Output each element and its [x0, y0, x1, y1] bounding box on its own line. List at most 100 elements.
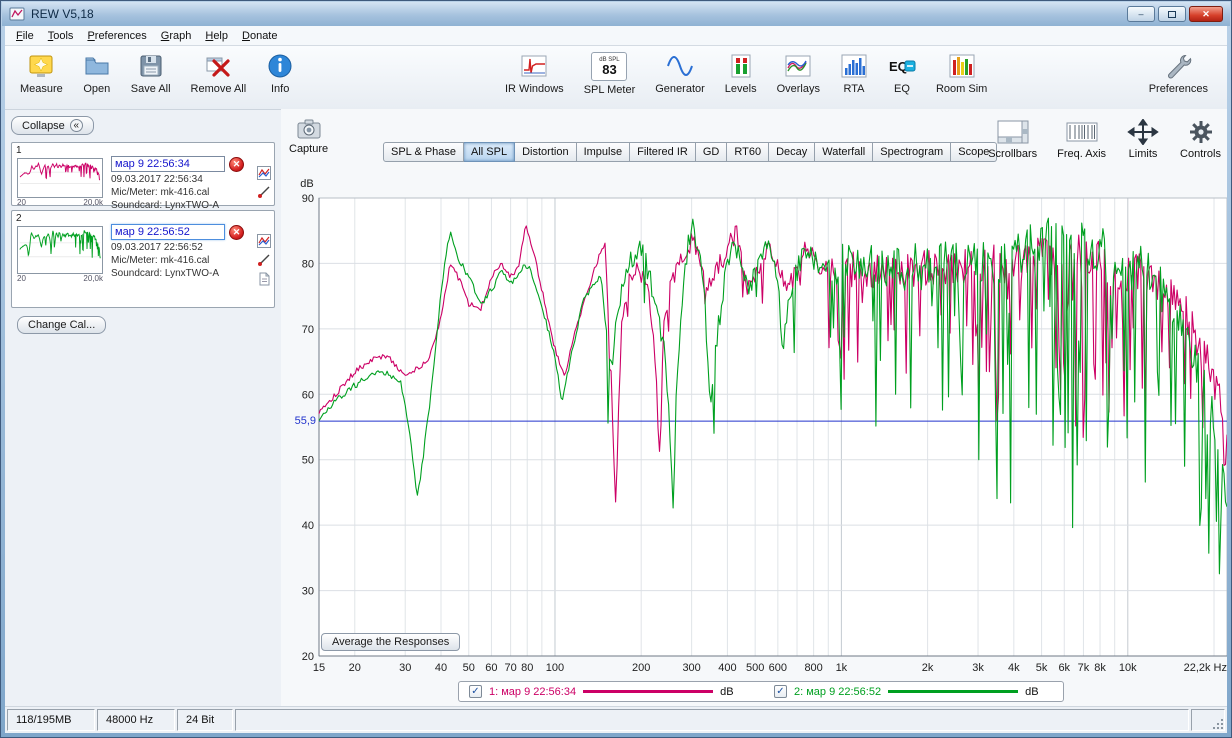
generator-button[interactable]: Generator — [652, 50, 708, 97]
measurement-thumbnail[interactable] — [17, 226, 103, 274]
pencil-icon — [257, 186, 269, 198]
spl-meter-label: SPL Meter — [583, 84, 636, 96]
notes-button[interactable] — [256, 271, 271, 286]
svg-text:80: 80 — [521, 662, 533, 674]
freq-axis-button[interactable]: Freq. Axis — [1057, 119, 1106, 160]
legend-line-sample — [888, 690, 1019, 693]
app-icon — [9, 7, 25, 21]
spl-graph[interactable]: dB908070605040302055,915 20 30 40 50 60 70 80 10… — [289, 173, 1227, 679]
overlays-icon — [785, 55, 811, 77]
collapse-icon: « — [69, 119, 83, 132]
menu-graph[interactable]: Graph — [154, 28, 199, 44]
close-button[interactable]: ✕ — [1189, 6, 1223, 22]
delete-measurement-button[interactable]: ✕ — [229, 224, 244, 240]
collapse-button[interactable]: Collapse « — [11, 116, 94, 135]
svg-text:50: 50 — [463, 662, 475, 674]
average-responses-button[interactable]: Average the Responses — [321, 633, 461, 651]
legend-checkbox[interactable]: ✓ — [469, 685, 482, 698]
info-button[interactable]: Info — [263, 50, 297, 97]
svg-text:dB: dB — [300, 178, 313, 190]
save-all-label: Save All — [130, 83, 171, 95]
controls-button[interactable]: Controls — [1180, 119, 1221, 160]
tab-gd[interactable]: GD — [695, 142, 728, 162]
legend-unit: dB — [1025, 685, 1039, 698]
room-sim-button[interactable]: Room Sim — [933, 50, 990, 97]
status-spacer — [235, 709, 1189, 731]
wrench-icon — [1168, 54, 1192, 79]
trace-edit-button[interactable] — [256, 252, 271, 267]
limits-icon — [1127, 119, 1159, 145]
bit-depth-status: 24 Bit — [177, 709, 233, 731]
sample-rate-status: 48000 Hz — [97, 709, 175, 731]
tab-impulse[interactable]: Impulse — [576, 142, 631, 162]
maximize-button[interactable] — [1158, 6, 1186, 22]
average-responses-label: Average the Responses — [332, 636, 450, 648]
save-all-button[interactable]: Save All — [128, 50, 174, 97]
remove-all-icon — [206, 57, 230, 77]
svg-text:50: 50 — [302, 455, 314, 467]
menu-tools[interactable]: Tools — [41, 28, 81, 44]
spl-meter-button[interactable]: dB SPL 83 SPL Meter — [581, 50, 639, 98]
legend-checkbox[interactable]: ✓ — [774, 685, 787, 698]
save-all-icon — [140, 55, 162, 77]
measure-button[interactable]: Measure — [17, 50, 66, 97]
svg-text:2k: 2k — [922, 662, 934, 674]
svg-text:1k: 1k — [836, 662, 848, 674]
rta-button[interactable]: RTA — [837, 50, 871, 97]
measurement-item[interactable]: 2 20 20,0k ✕ 09.03.2017 22:56:52 Mic/Met… — [11, 210, 275, 308]
measurement-number: 1 — [16, 145, 22, 156]
freq-axis-icon — [1066, 122, 1098, 142]
menu-donate[interactable]: Donate — [235, 28, 284, 44]
camera-icon — [297, 119, 321, 139]
svg-text:70: 70 — [504, 662, 516, 674]
title-bar: REW V5,18 – ✕ — [2, 2, 1230, 26]
room-sim-label: Room Sim — [935, 83, 988, 95]
limits-button[interactable]: Limits — [1126, 119, 1160, 160]
delete-measurement-button[interactable]: ✕ — [229, 156, 244, 172]
menu-help[interactable]: Help — [198, 28, 235, 44]
thumb-axis-max: 20,0k — [83, 274, 103, 283]
legend-label: 1: мар 9 22:56:34 — [489, 685, 577, 698]
ir-windows-button[interactable]: IR Windows — [502, 50, 567, 97]
measurement-thumbnail[interactable] — [17, 158, 103, 198]
legend-item: ✓ 2: мар 9 22:56:52 dB — [774, 685, 1053, 698]
svg-text:3k: 3k — [972, 662, 984, 674]
eq-button[interactable]: EQ EQ — [885, 50, 919, 97]
resize-grip[interactable] — [1213, 719, 1223, 729]
ir-windows-icon — [521, 55, 547, 77]
trace-options-button[interactable] — [256, 233, 271, 248]
legend-line-sample — [583, 690, 714, 693]
info-label: Info — [271, 83, 290, 95]
svg-text:400: 400 — [718, 662, 736, 674]
tab-distortion[interactable]: Distortion — [515, 142, 577, 162]
measurement-name-input[interactable] — [111, 224, 225, 240]
notes-icon — [259, 272, 269, 285]
rta-label: RTA — [843, 83, 865, 95]
tab-filtered-ir[interactable]: Filtered IR — [630, 142, 696, 162]
menu-file[interactable]: File — [9, 28, 41, 44]
scrollbars-button[interactable]: Scrollbars — [988, 119, 1037, 160]
menu-preferences[interactable]: Preferences — [80, 28, 153, 44]
trace-edit-button[interactable] — [256, 184, 271, 199]
maximize-icon — [1168, 10, 1176, 18]
open-button[interactable]: Open — [80, 50, 114, 97]
minimize-button[interactable]: – — [1127, 6, 1155, 22]
svg-text:80: 80 — [302, 258, 314, 270]
tab-waterfall[interactable]: Waterfall — [815, 142, 874, 162]
tab-spectrogram[interactable]: Spectrogram — [873, 142, 952, 162]
measurement-item[interactable]: 1 20 20,0k ✕ 09.03.2017 22:56:34 Mic/Met… — [11, 142, 275, 211]
remove-all-button[interactable]: Remove All — [188, 50, 250, 97]
change-cal-button[interactable]: Change Cal... — [17, 316, 107, 334]
preferences-button[interactable]: Preferences — [1146, 50, 1211, 97]
tab-all-spl[interactable]: All SPL — [464, 142, 516, 162]
measurement-name-input[interactable] — [111, 156, 225, 172]
capture-button[interactable]: Capture — [289, 117, 328, 155]
svg-text:4k: 4k — [1008, 662, 1020, 674]
tab-spl-phase[interactable]: SPL & Phase — [383, 142, 465, 162]
overlays-button[interactable]: Overlays — [774, 50, 823, 97]
tab-rt60[interactable]: RT60 — [727, 142, 770, 162]
levels-button[interactable]: Levels — [722, 50, 760, 97]
tab-decay[interactable]: Decay — [769, 142, 816, 162]
spl-meter-icon-value: 83 — [602, 62, 617, 77]
trace-options-button[interactable] — [256, 165, 271, 180]
